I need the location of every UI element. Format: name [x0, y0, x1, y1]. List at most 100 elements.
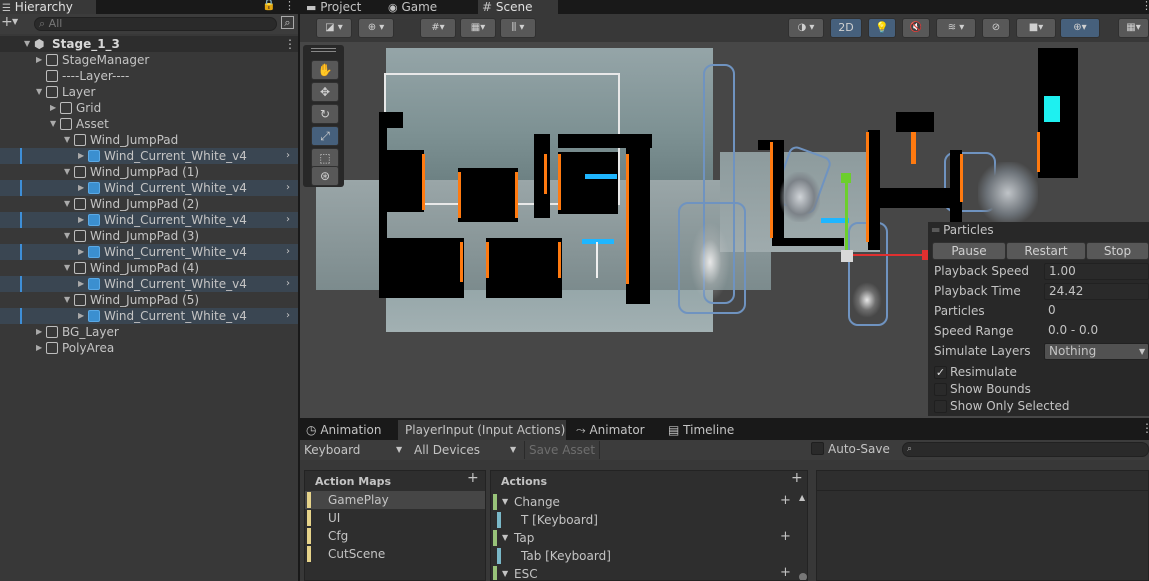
- auto-save-checkbox[interactable]: [811, 442, 824, 455]
- expand-down-icon[interactable]: ▼: [502, 565, 508, 580]
- hierarchy-item[interactable]: ----Layer----: [0, 68, 298, 84]
- hierarchy-scene-row[interactable]: ▼ ⬢ Stage_1_3 ⋮: [0, 36, 298, 52]
- tab-player-input[interactable]: PlayerInput (Input Actions): [398, 420, 566, 440]
- open-prefab-icon[interactable]: ›: [286, 148, 290, 164]
- expand-down-icon[interactable]: ▼: [64, 132, 70, 148]
- overlays-button[interactable]: ▦▾: [1118, 18, 1149, 38]
- show-only-selected-checkbox[interactable]: [934, 400, 947, 413]
- menu-dots-icon[interactable]: ⋮: [1141, 0, 1149, 12]
- hierarchy-item[interactable]: ▼ Asset: [0, 116, 298, 132]
- restart-button[interactable]: Restart: [1006, 242, 1086, 260]
- action-map-item[interactable]: UI: [305, 509, 485, 527]
- expand-down-icon[interactable]: ▼: [24, 36, 30, 52]
- expand-right-icon[interactable]: ▶: [78, 180, 84, 196]
- open-prefab-icon[interactable]: ›: [286, 276, 290, 292]
- show-bounds-checkbox[interactable]: [934, 383, 947, 396]
- scroll-thumb[interactable]: [799, 573, 807, 580]
- hierarchy-item[interactable]: ▼ Wind_JumpPad (2): [0, 196, 298, 212]
- hierarchy-item[interactable]: ▶ Wind_Current_White_v4 ›: [0, 244, 298, 260]
- effects-dropdown[interactable]: ≋ ▾: [936, 18, 976, 38]
- transform-tool-button[interactable]: ⊛: [311, 166, 339, 186]
- scene-visibility-toggle[interactable]: ⊘: [982, 18, 1010, 38]
- action-item[interactable]: ▼ + Tap: [491, 529, 797, 547]
- expand-right-icon[interactable]: ▶: [78, 212, 84, 228]
- expand-right-icon[interactable]: ▶: [36, 324, 42, 340]
- hierarchy-item[interactable]: ▼ Wind_JumpPad (1): [0, 164, 298, 180]
- save-asset-button[interactable]: Save Asset: [524, 441, 600, 459]
- camera-dropdown[interactable]: ■▾: [1016, 18, 1056, 38]
- hierarchy-item[interactable]: ▼ Wind_JumpPad (5): [0, 292, 298, 308]
- tab-project[interactable]: ▬ Project: [306, 0, 386, 14]
- hierarchy-item[interactable]: ▶ PolyArea: [0, 340, 298, 356]
- scroll-up-icon[interactable]: ▲: [799, 493, 805, 502]
- expand-right-icon[interactable]: ▶: [78, 244, 84, 260]
- open-prefab-icon[interactable]: ›: [286, 244, 290, 260]
- gizmo-y-axis[interactable]: [845, 179, 848, 257]
- expand-down-icon[interactable]: ▼: [64, 228, 70, 244]
- open-prefab-icon[interactable]: ›: [286, 212, 290, 228]
- hierarchy-search-input[interactable]: ⌕ All: [34, 17, 277, 31]
- draw-mode-dropdown[interactable]: ◪ ▾: [316, 18, 352, 38]
- actions-scrollbar[interactable]: ▲: [799, 493, 807, 580]
- hierarchy-item[interactable]: ▶ Wind_Current_White_v4 ›: [0, 180, 298, 196]
- binding-item[interactable]: Tab [Keyboard]: [491, 547, 797, 565]
- stop-button[interactable]: Stop: [1086, 242, 1149, 260]
- add-action-icon[interactable]: +: [791, 471, 803, 486]
- hand-tool-button[interactable]: ✋: [311, 60, 339, 80]
- tab-scene[interactable]: # Scene: [478, 0, 558, 14]
- expand-right-icon[interactable]: ▶: [78, 308, 84, 324]
- rotate-tool-button[interactable]: ↻: [311, 104, 339, 124]
- lighting-toggle[interactable]: 💡: [868, 18, 896, 38]
- action-map-item[interactable]: Cfg: [305, 527, 485, 545]
- expand-down-icon[interactable]: ▼: [502, 529, 508, 547]
- resimulate-checkbox[interactable]: ✓: [934, 366, 947, 379]
- particle-field-value[interactable]: 24.42: [1044, 283, 1149, 300]
- expand-down-icon[interactable]: ▼: [64, 260, 70, 276]
- tab-animation[interactable]: ◷ Animation: [306, 421, 382, 440]
- toggle-2d-button[interactable]: 2D: [830, 18, 862, 38]
- hierarchy-item[interactable]: ▶ Wind_Current_White_v4 ›: [0, 212, 298, 228]
- grid-visibility-dropdown[interactable]: ▦▾: [460, 18, 496, 38]
- audio-toggle[interactable]: 🔇: [902, 18, 930, 38]
- control-scheme-dropdown[interactable]: Keyboard ▼: [304, 441, 408, 459]
- hierarchy-item[interactable]: ▶ Grid: [0, 100, 298, 116]
- binding-item[interactable]: T [Keyboard]: [491, 511, 797, 529]
- action-item[interactable]: ▼ + ESC: [491, 564, 797, 580]
- expand-right-icon[interactable]: ▶: [50, 100, 56, 116]
- expand-right-icon[interactable]: ▶: [36, 52, 42, 68]
- hierarchy-item[interactable]: ▶ Wind_Current_White_v4 ›: [0, 148, 298, 164]
- render-mode-dropdown[interactable]: ⊕ ▾: [358, 18, 394, 38]
- increment-snap-dropdown[interactable]: ⫼ ▾: [500, 18, 536, 38]
- expand-right-icon[interactable]: ▶: [36, 340, 42, 356]
- search-options-icon[interactable]: ⌕: [281, 16, 294, 29]
- particle-field-value[interactable]: 1.00: [1044, 263, 1149, 280]
- add-binding-icon[interactable]: +: [780, 528, 791, 546]
- devices-dropdown[interactable]: All Devices ▼: [414, 441, 522, 459]
- expand-down-icon[interactable]: ▼: [50, 116, 56, 132]
- add-icon[interactable]: +: [1, 14, 13, 30]
- open-prefab-icon[interactable]: ›: [286, 308, 290, 324]
- expand-right-icon[interactable]: ▶: [78, 276, 84, 292]
- expand-down-icon[interactable]: ▼: [502, 493, 508, 511]
- add-action-map-icon[interactable]: +: [467, 470, 479, 486]
- lock-icon[interactable]: 🔒: [262, 0, 276, 11]
- expand-right-icon[interactable]: ▶: [78, 148, 84, 164]
- hierarchy-item[interactable]: ▶ StageManager: [0, 52, 298, 68]
- gizmos-dropdown[interactable]: ⊕▾: [1060, 18, 1100, 38]
- hierarchy-item[interactable]: ▶ BG_Layer: [0, 324, 298, 340]
- grid-snap-dropdown[interactable]: #▾: [420, 18, 456, 38]
- hierarchy-item[interactable]: ▼ Wind_JumpPad (4): [0, 260, 298, 276]
- tab-timeline[interactable]: ▤ Timeline: [668, 421, 734, 440]
- actions-search-input[interactable]: ⌕: [902, 442, 1149, 457]
- hierarchy-item[interactable]: ▼ Wind_JumpPad (3): [0, 228, 298, 244]
- expand-down-icon[interactable]: ▼: [36, 84, 42, 100]
- gizmo-y-handle[interactable]: [841, 173, 851, 183]
- hierarchy-item[interactable]: ▶ Wind_Current_White_v4 ›: [0, 308, 298, 324]
- add-binding-icon[interactable]: +: [780, 564, 791, 580]
- tab-hierarchy[interactable]: ☰ Hierarchy: [0, 0, 96, 14]
- hierarchy-item[interactable]: ▼ Wind_JumpPad: [0, 132, 298, 148]
- pause-button[interactable]: Pause: [932, 242, 1006, 260]
- action-item[interactable]: ▼ + Change: [491, 493, 797, 511]
- action-map-item[interactable]: GamePlay: [305, 491, 485, 509]
- rect-tool-button[interactable]: ⬚: [311, 148, 339, 168]
